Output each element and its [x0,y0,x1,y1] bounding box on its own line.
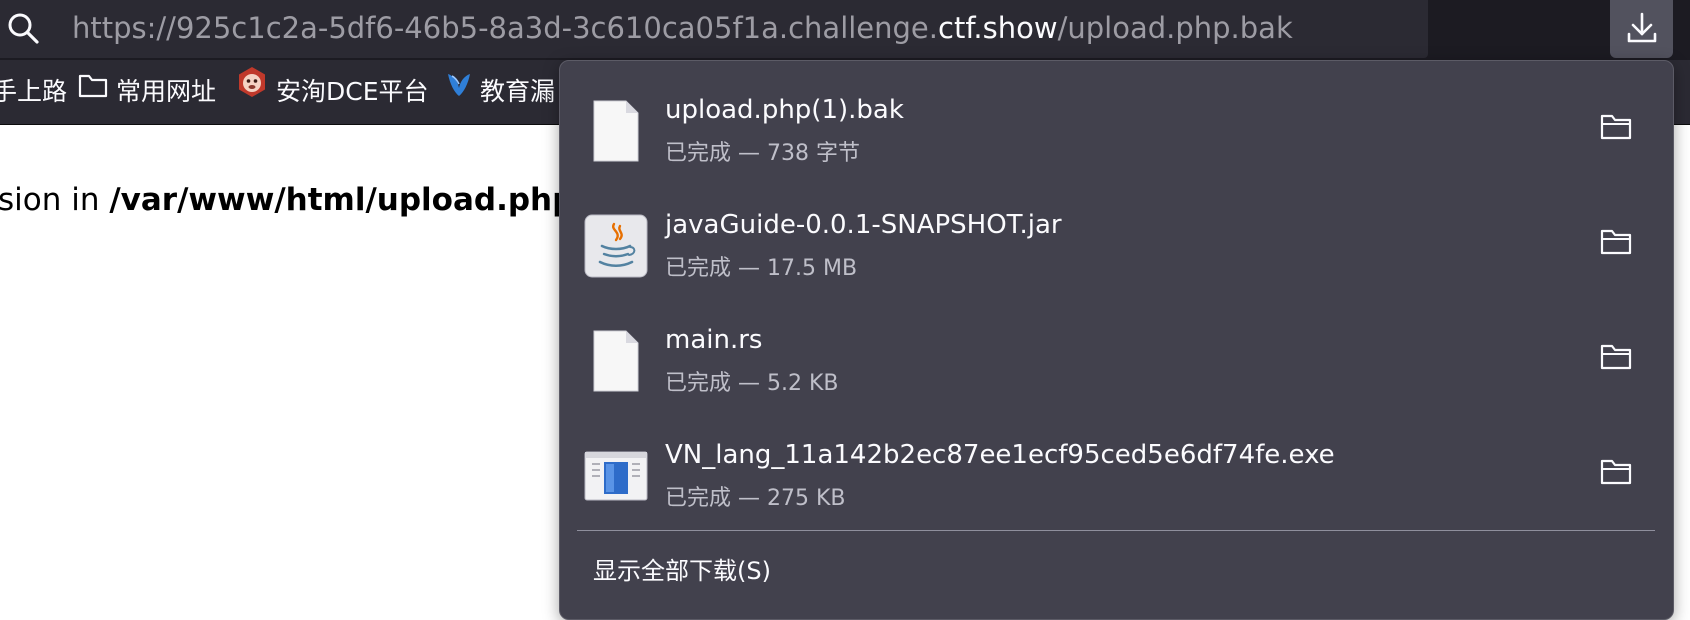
panel-divider [577,530,1655,531]
open-folder-icon[interactable] [1599,341,1633,371]
page-text-prefix: sion in [0,182,110,218]
download-item[interactable]: main.rs 已完成 — 5.2 KB [560,299,1673,414]
bookmark-item[interactable]: 手上路 [0,60,67,124]
url-bar[interactable]: https://925c1c2a-5df6-46b5-8a3d-3c610ca0… [0,0,1428,58]
bookmark-folder-common[interactable]: 常用网址 [78,60,216,124]
shield-bird-icon [446,58,472,122]
browser-toolbar: https://925c1c2a-5df6-46b5-8a3d-3c610ca0… [0,0,1690,60]
open-folder-icon[interactable] [1599,226,1633,256]
download-file-name: upload.php(1).bak [665,95,904,125]
download-item[interactable]: VN_lang_11a142b2ec87ee1ecf95ced5e6df74fe… [560,414,1673,529]
folder-icon [78,58,108,122]
downloads-button[interactable] [1610,0,1673,58]
url-prefix: https://925c1c2a-5df6-46b5-8a3d-3c610ca0… [72,11,938,45]
downloads-panel: upload.php(1).bak 已完成 — 738 字节 javaGuide… [559,60,1674,620]
page-warning-text: sion in /var/www/html/upload.php [0,182,574,218]
page-file-path: /var/www/html/upload.php [109,182,575,218]
bookmark-label: 常用网址 [116,77,217,106]
open-folder-icon[interactable] [1599,456,1633,486]
url-host: ctf.show [938,11,1058,45]
url-text[interactable]: https://925c1c2a-5df6-46b5-8a3d-3c610ca0… [72,0,1293,58]
bookmark-item-anxun[interactable]: 安洵DCE平台 [236,60,429,124]
bookmark-label: 安洵DCE平台 [276,77,429,106]
generic-file-icon [584,329,648,393]
show-all-downloads-button[interactable]: 显示全部下载(S) [593,551,771,586]
java-file-icon [584,214,648,278]
exe-file-icon [584,444,648,508]
search-icon [6,11,42,47]
open-folder-icon[interactable] [1599,111,1633,141]
download-file-name: VN_lang_11a142b2ec87ee1ecf95ced5e6df74fe… [665,440,1335,470]
url-suffix: /upload.php.bak [1057,11,1293,45]
download-status: 已完成 — 738 字节 [665,141,860,166]
download-status: 已完成 — 5.2 KB [665,371,839,396]
bookmark-label: 手上路 [0,77,68,106]
download-icon [1627,12,1657,43]
download-file-name: main.rs [665,325,763,355]
generic-file-icon [584,99,648,163]
monkey-logo-icon [236,58,268,122]
bookmark-item-edu[interactable]: 教育漏 [446,60,555,124]
download-file-name: javaGuide-0.0.1-SNAPSHOT.jar [665,210,1062,240]
download-status: 已完成 — 17.5 MB [665,256,858,281]
bookmark-label: 教育漏 [480,77,556,106]
download-item[interactable]: javaGuide-0.0.1-SNAPSHOT.jar 已完成 — 17.5 … [560,184,1673,299]
download-item[interactable]: upload.php(1).bak 已完成 — 738 字节 [560,69,1673,184]
download-status: 已完成 — 275 KB [665,486,846,511]
